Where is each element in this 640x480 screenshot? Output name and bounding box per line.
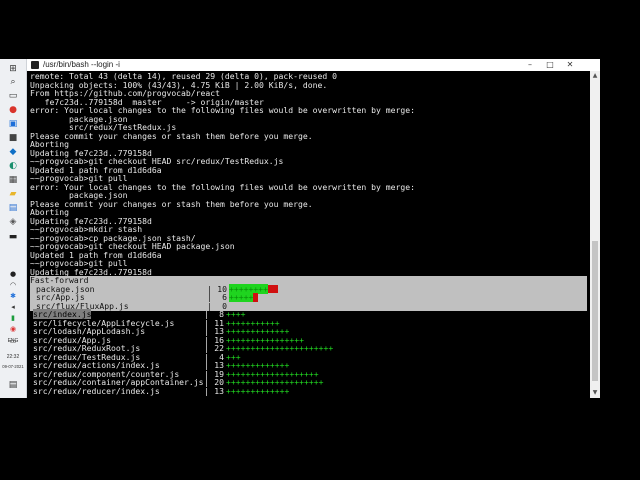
search-icon[interactable]: ⌕ — [5, 76, 21, 88]
start-icon[interactable]: ⊞ — [5, 63, 21, 75]
terminal-icon[interactable]: ▬ — [5, 231, 21, 243]
terminal-line: ~~progvocab>git pull — [30, 173, 128, 183]
terminal-line: Please commit your changes or stash them… — [30, 130, 313, 141]
terminal-line: ~~progvocab>mkdir stash — [30, 224, 143, 234]
terminal-line: Aborting — [30, 139, 69, 149]
taskbar: ⊞ ⌕ ▭ ● ▣ ■ ◆ ◐ ▦ ▰ ▤ ◈ ▬ ● ◠ ✱ ◂ ▮ ◉ ▭ ENG 22:32 09-07-2021 ▤ — [0, 59, 27, 398]
notification-icon[interactable]: ▤ — [5, 379, 21, 391]
diffstat-bar: +++++++++++++ — [226, 385, 290, 396]
scrollbar-thumb[interactable] — [592, 241, 598, 381]
title-bar[interactable]: /usr/bin/bash --login -i – □ ✕ — [27, 59, 600, 71]
window-title: /usr/bin/bash --login -i — [43, 60, 120, 69]
diffstat-filename: src/redux/reducer/index.js — [33, 385, 160, 396]
task-view-icon[interactable]: ▭ — [5, 90, 21, 102]
terminal-line: remote: Total 43 (delta 14), reused 29 (… — [30, 71, 337, 81]
diffstat-deletions: - — [253, 292, 259, 302]
diffstat-bar: ++++++++++++++++++++++ — [226, 344, 333, 353]
terminal-line: src/redux/TestRedux.js — [30, 122, 177, 132]
minimize-icon: – — [528, 60, 532, 69]
store-icon[interactable]: ▤ — [5, 202, 21, 214]
terminal-line: Aborting — [30, 207, 69, 217]
close-button[interactable]: ✕ — [560, 59, 580, 71]
selection-highlight: Fast-forward package.json | 10 ++++++++-- src… — [30, 276, 587, 311]
scroll-up-icon[interactable]: ▲ — [590, 71, 600, 81]
terminal-line: ~~progvocab>git checkout HEAD src/redux/… — [30, 156, 284, 166]
diffstat-count: 13 — [214, 385, 224, 396]
terminal-icon — [31, 61, 39, 69]
git-bash-icon[interactable]: ◈ — [5, 216, 21, 228]
chrome-icon[interactable]: ● — [5, 104, 21, 116]
terminal-line: package.json — [30, 190, 128, 200]
terminal-line: ~~progvocab>git checkout HEAD package.js… — [30, 241, 235, 251]
maximize-icon: □ — [546, 60, 554, 69]
terminal-window[interactable]: /usr/bin/bash --login -i – □ ✕ remote: T… — [27, 59, 600, 398]
edge-icon[interactable]: ◐ — [5, 160, 21, 172]
terminal-line: ~~progvocab>git pull — [30, 258, 128, 268]
diffstat-additions: +++++++++++++ — [226, 385, 290, 396]
diffstat-bar: +++++- — [229, 292, 259, 302]
folder-icon[interactable]: ▰ — [5, 188, 21, 200]
terminal-output[interactable]: remote: Total 43 (delta 14), reused 29 (… — [27, 71, 590, 398]
diffstat-separator: | — [204, 385, 209, 396]
shield-icon[interactable]: ◆ — [5, 146, 21, 158]
scroll-down-icon[interactable]: ▼ — [590, 388, 600, 398]
monitor-icon[interactable]: ▣ — [5, 118, 21, 130]
app-icon[interactable]: ■ — [5, 132, 21, 144]
terminal-line: From https://github.com/progvocab/react — [30, 88, 221, 98]
terminal-line: error: Your local changes to the followi… — [30, 105, 415, 115]
language-indicator[interactable]: ENG — [0, 339, 26, 344]
scrollbar[interactable]: ▲ ▼ — [590, 71, 600, 398]
calculator-icon[interactable]: ▦ — [5, 174, 21, 186]
clock-time[interactable]: 22:32 — [0, 355, 26, 360]
maximize-button[interactable]: □ — [540, 59, 560, 71]
diffstat-deletions: -- — [267, 283, 278, 294]
minimize-button[interactable]: – — [520, 59, 540, 71]
network-icon[interactable]: ◉ — [5, 323, 21, 335]
close-icon: ✕ — [566, 60, 574, 69]
diffstat-additions: ++++++++++++++++++++++ — [226, 343, 334, 353]
diffstat-additions: +++++ — [229, 292, 254, 302]
clock-date[interactable]: 09-07-2021 — [0, 364, 26, 369]
terminal-line: Please commit your changes or stash them… — [30, 198, 313, 209]
